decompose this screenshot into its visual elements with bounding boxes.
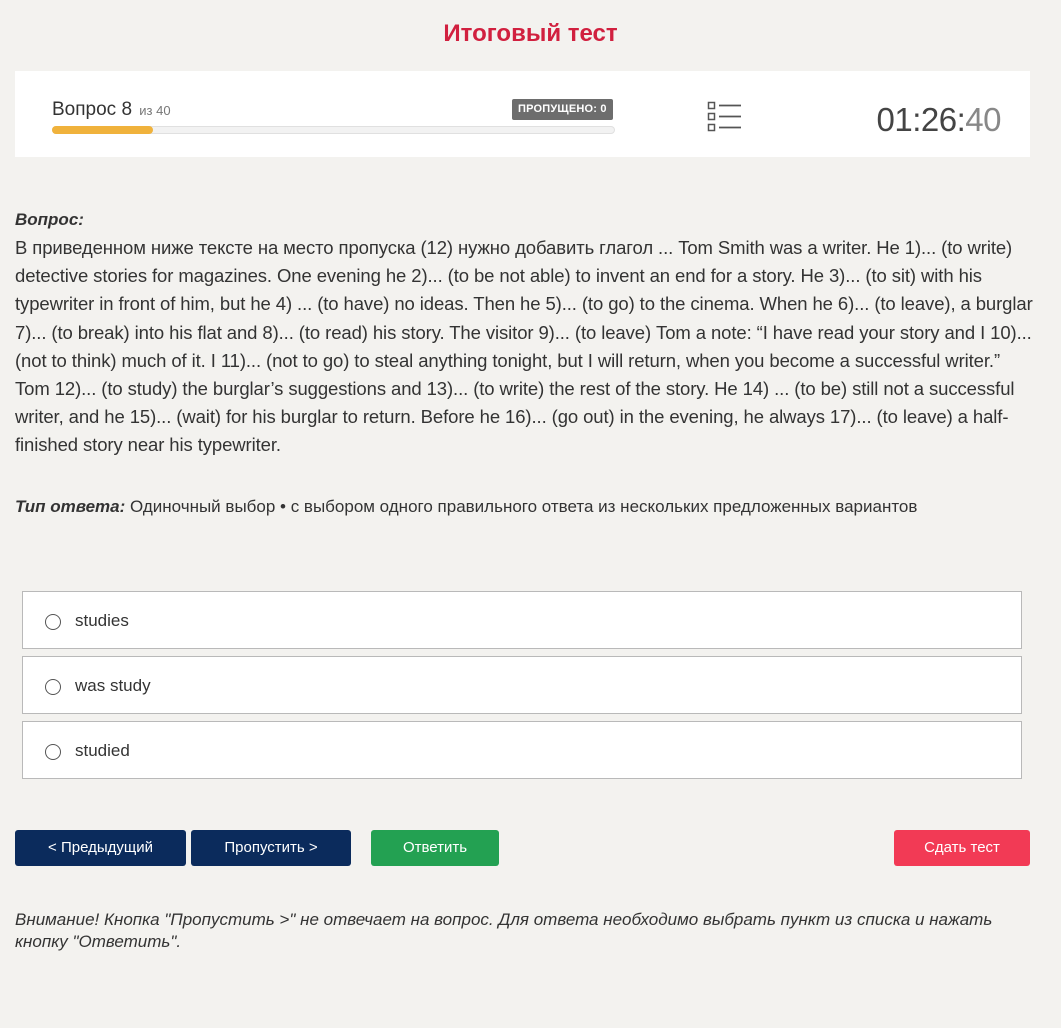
submit-test-button[interactable]: Сдать тест (894, 830, 1030, 866)
notice-text: Внимание! Кнопка "Пропустить >" не отвеч… (15, 910, 993, 951)
header-panel: Вопрос 8 из 40 ПРОПУЩЕНО: 0 01:26:40 (15, 71, 1030, 157)
answer-option-label: studies (75, 611, 129, 630)
radio-button[interactable] (45, 744, 61, 760)
progress-bar (52, 126, 615, 134)
list-icon-graphic (707, 101, 741, 132)
answer-option-label: studied (75, 741, 130, 760)
progress-fill (52, 126, 153, 134)
list-icon[interactable] (707, 101, 743, 133)
answer-button[interactable]: Ответить (371, 830, 499, 866)
answer-option[interactable]: studied (22, 721, 1022, 779)
radio-button[interactable] (45, 614, 61, 630)
answer-option-label: was study (75, 676, 151, 695)
question-number: Вопрос 8 (52, 99, 133, 120)
page-title: Итоговый тест (443, 20, 618, 47)
answer-option[interactable]: was study (22, 656, 1022, 714)
question-label: Вопрос: (15, 210, 84, 229)
timer: 01:26:40 (876, 101, 1002, 139)
previous-button[interactable]: < Предыдущий (15, 830, 186, 866)
answer-option[interactable]: studies (22, 591, 1022, 649)
question-counter: Вопрос 8 из 40 (52, 99, 171, 121)
skipped-badge: ПРОПУЩЕНО: 0 (512, 99, 613, 120)
radio-button[interactable] (45, 679, 61, 695)
timer-main: 01:26: (876, 101, 966, 138)
question-text: В приведенном ниже тексте на место пропу… (15, 237, 1033, 456)
answer-type: Тип ответа: Одиночный выбор • с выбором … (15, 497, 917, 517)
answer-type-label: Тип ответа: (15, 497, 126, 516)
answer-type-value: Одиночный выбор • с выбором одного прави… (125, 497, 918, 516)
timer-seconds: 40 (965, 101, 1001, 138)
question-total: из 40 (139, 103, 171, 118)
skip-button[interactable]: Пропустить > (191, 830, 351, 866)
